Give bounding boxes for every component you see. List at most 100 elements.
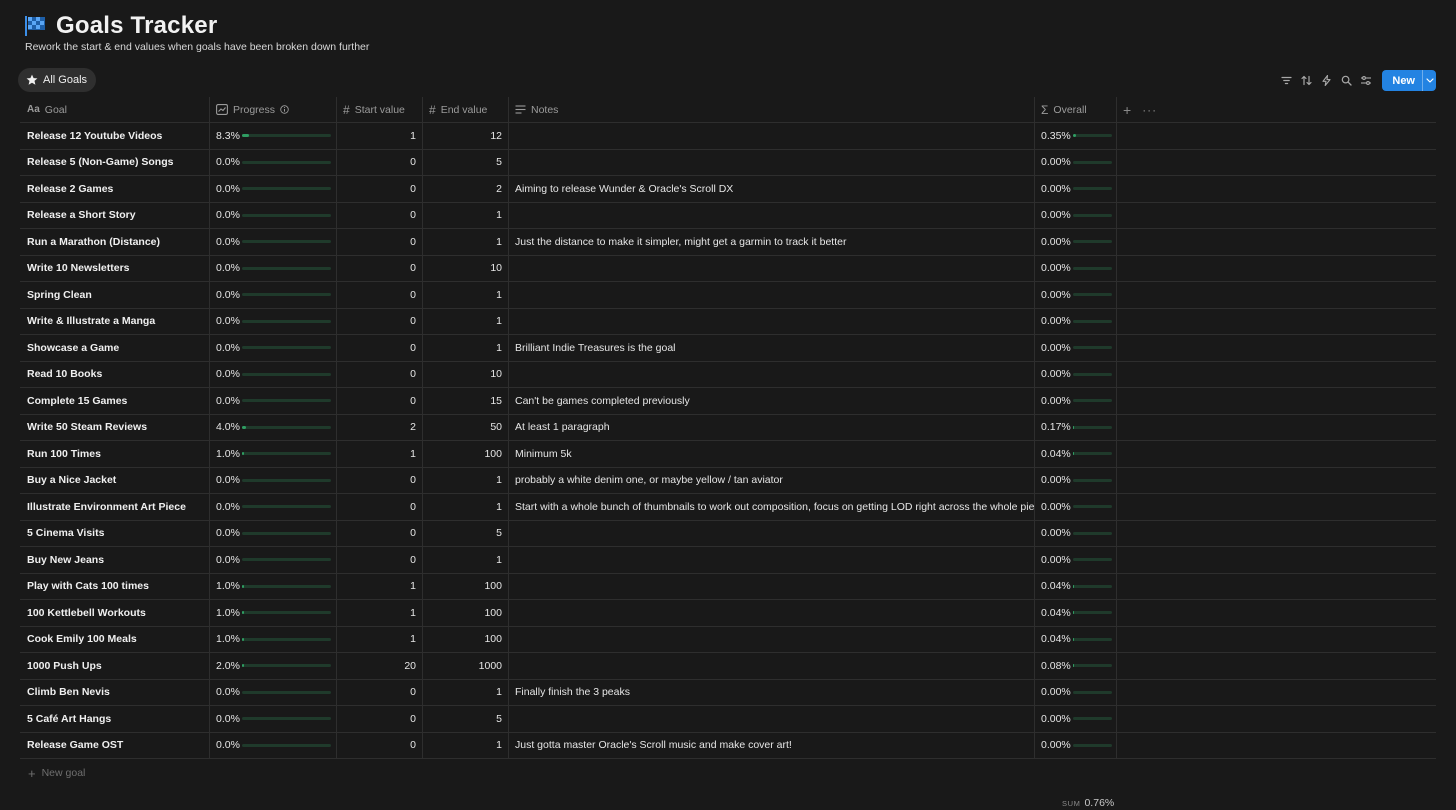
column-header-end-value[interactable]: # End value xyxy=(423,97,509,122)
table-row[interactable]: Play with Cats 100 times 1.0% 1 100 0.04% xyxy=(20,573,1436,600)
notes-cell[interactable]: Just the distance to make it simpler, mi… xyxy=(509,229,1035,255)
end-value-cell[interactable]: 1 xyxy=(423,467,509,493)
progress-cell[interactable]: 0.0% xyxy=(210,494,337,520)
more-options-icon[interactable]: ··· xyxy=(1142,103,1157,117)
end-value-cell[interactable]: 1 xyxy=(423,732,509,758)
table-row[interactable]: Read 10 Books 0.0% 0 10 0.00% xyxy=(20,361,1436,388)
table-row[interactable]: Write 10 Newsletters 0.0% 0 10 0.00% xyxy=(20,255,1436,282)
notes-cell[interactable] xyxy=(509,202,1035,228)
settings-icon[interactable] xyxy=(1356,71,1376,91)
overall-cell[interactable]: 0.04% xyxy=(1035,573,1117,599)
notes-cell[interactable]: Finally finish the 3 peaks xyxy=(509,679,1035,705)
end-value-cell[interactable]: 10 xyxy=(423,255,509,281)
end-value-cell[interactable]: 1 xyxy=(423,202,509,228)
overall-cell[interactable]: 0.00% xyxy=(1035,335,1117,361)
start-value-cell[interactable]: 1 xyxy=(337,441,423,467)
progress-cell[interactable]: 1.0% xyxy=(210,626,337,652)
notes-cell[interactable] xyxy=(509,282,1035,308)
column-header-overall[interactable]: Σ Overall xyxy=(1035,97,1117,122)
table-row[interactable]: Run 100 Times 1.0% 1 100 Minimum 5k 0.04% xyxy=(20,441,1436,468)
progress-cell[interactable]: 1.0% xyxy=(210,600,337,626)
goal-cell[interactable]: Showcase a Game xyxy=(20,335,210,361)
goal-cell[interactable]: Run a Marathon (Distance) xyxy=(20,229,210,255)
column-header-notes[interactable]: Notes xyxy=(509,97,1035,122)
start-value-cell[interactable]: 1 xyxy=(337,600,423,626)
end-value-cell[interactable]: 1 xyxy=(423,494,509,520)
goal-cell[interactable]: Climb Ben Nevis xyxy=(20,679,210,705)
filter-icon[interactable] xyxy=(1276,71,1296,91)
goal-cell[interactable]: Spring Clean xyxy=(20,282,210,308)
end-value-cell[interactable]: 10 xyxy=(423,361,509,387)
end-value-cell[interactable]: 1 xyxy=(423,282,509,308)
end-value-cell[interactable]: 1000 xyxy=(423,653,509,679)
notes-cell[interactable]: probably a white denim one, or maybe yel… xyxy=(509,467,1035,493)
table-row[interactable]: Release 5 (Non-Game) Songs 0.0% 0 5 0.00% xyxy=(20,149,1436,176)
table-row[interactable]: Illustrate Environment Art Piece 0.0% 0 1 St… xyxy=(20,494,1436,521)
overall-cell[interactable]: 0.00% xyxy=(1035,467,1117,493)
table-row[interactable]: Write 50 Steam Reviews 4.0% 2 50 At least 1 … xyxy=(20,414,1436,441)
overall-cell[interactable]: 0.35% xyxy=(1035,123,1117,149)
view-tab-all-goals[interactable]: All Goals xyxy=(18,68,97,92)
progress-cell[interactable]: 0.0% xyxy=(210,308,337,334)
end-value-cell[interactable]: 50 xyxy=(423,414,509,440)
end-value-cell[interactable]: 12 xyxy=(423,123,509,149)
start-value-cell[interactable]: 0 xyxy=(337,494,423,520)
notes-cell[interactable] xyxy=(509,361,1035,387)
info-icon[interactable] xyxy=(280,105,289,114)
start-value-cell[interactable]: 0 xyxy=(337,732,423,758)
start-value-cell[interactable]: 1 xyxy=(337,573,423,599)
progress-cell[interactable]: 0.0% xyxy=(210,282,337,308)
progress-cell[interactable]: 0.0% xyxy=(210,520,337,546)
overall-cell[interactable]: 0.00% xyxy=(1035,679,1117,705)
notes-cell[interactable]: Brilliant Indie Treasures is the goal xyxy=(509,335,1035,361)
start-value-cell[interactable]: 0 xyxy=(337,547,423,573)
end-value-cell[interactable]: 1 xyxy=(423,229,509,255)
start-value-cell[interactable]: 2 xyxy=(337,414,423,440)
end-value-cell[interactable]: 1 xyxy=(423,547,509,573)
progress-cell[interactable]: 4.0% xyxy=(210,414,337,440)
start-value-cell[interactable]: 0 xyxy=(337,176,423,202)
overall-cell[interactable]: 0.00% xyxy=(1035,388,1117,414)
end-value-cell[interactable]: 2 xyxy=(423,176,509,202)
table-row[interactable]: Climb Ben Nevis 0.0% 0 1 Finally finish the … xyxy=(20,679,1436,706)
progress-cell[interactable]: 1.0% xyxy=(210,573,337,599)
overall-cell[interactable]: 0.00% xyxy=(1035,229,1117,255)
notes-cell[interactable]: Can't be games completed previously xyxy=(509,388,1035,414)
table-row[interactable]: Write & Illustrate a Manga 0.0% 0 1 0.00% xyxy=(20,308,1436,335)
sort-icon[interactable] xyxy=(1296,71,1316,91)
overall-cell[interactable]: 0.00% xyxy=(1035,547,1117,573)
progress-cell[interactable]: 0.0% xyxy=(210,202,337,228)
overall-cell[interactable]: 0.17% xyxy=(1035,414,1117,440)
column-header-progress[interactable]: Progress xyxy=(210,97,337,122)
column-header-start-value[interactable]: # Start value xyxy=(337,97,423,122)
notes-cell[interactable]: Aiming to release Wunder & Oracle's Scro… xyxy=(509,176,1035,202)
end-value-cell[interactable]: 5 xyxy=(423,520,509,546)
notes-cell[interactable]: Just gotta master Oracle's Scroll music … xyxy=(509,732,1035,758)
goal-cell[interactable]: Buy a Nice Jacket xyxy=(20,467,210,493)
overall-cell[interactable]: 0.00% xyxy=(1035,202,1117,228)
goal-cell[interactable]: Complete 15 Games xyxy=(20,388,210,414)
table-row[interactable]: Release Game OST 0.0% 0 1 Just gotta master … xyxy=(20,732,1436,759)
progress-cell[interactable]: 0.0% xyxy=(210,706,337,732)
table-row[interactable]: Showcase a Game 0.0% 0 1 Brilliant Indie Tre… xyxy=(20,335,1436,362)
end-value-cell[interactable]: 100 xyxy=(423,626,509,652)
goal-cell[interactable]: Write 50 Steam Reviews xyxy=(20,414,210,440)
search-icon[interactable] xyxy=(1336,71,1356,91)
overall-cell[interactable]: 0.04% xyxy=(1035,600,1117,626)
start-value-cell[interactable]: 0 xyxy=(337,361,423,387)
overall-cell[interactable]: 0.00% xyxy=(1035,308,1117,334)
chevron-down-icon[interactable] xyxy=(1422,70,1436,91)
end-value-cell[interactable]: 100 xyxy=(423,573,509,599)
progress-cell[interactable]: 0.0% xyxy=(210,388,337,414)
progress-cell[interactable]: 0.0% xyxy=(210,176,337,202)
notes-cell[interactable] xyxy=(509,600,1035,626)
start-value-cell[interactable]: 0 xyxy=(337,255,423,281)
table-row[interactable]: 1000 Push Ups 2.0% 20 1000 0.08% xyxy=(20,653,1436,680)
notes-cell[interactable] xyxy=(509,255,1035,281)
start-value-cell[interactable]: 0 xyxy=(337,335,423,361)
overall-cell[interactable]: 0.00% xyxy=(1035,176,1117,202)
notes-cell[interactable] xyxy=(509,706,1035,732)
overall-cell[interactable]: 0.08% xyxy=(1035,653,1117,679)
start-value-cell[interactable]: 0 xyxy=(337,202,423,228)
goal-cell[interactable]: Read 10 Books xyxy=(20,361,210,387)
